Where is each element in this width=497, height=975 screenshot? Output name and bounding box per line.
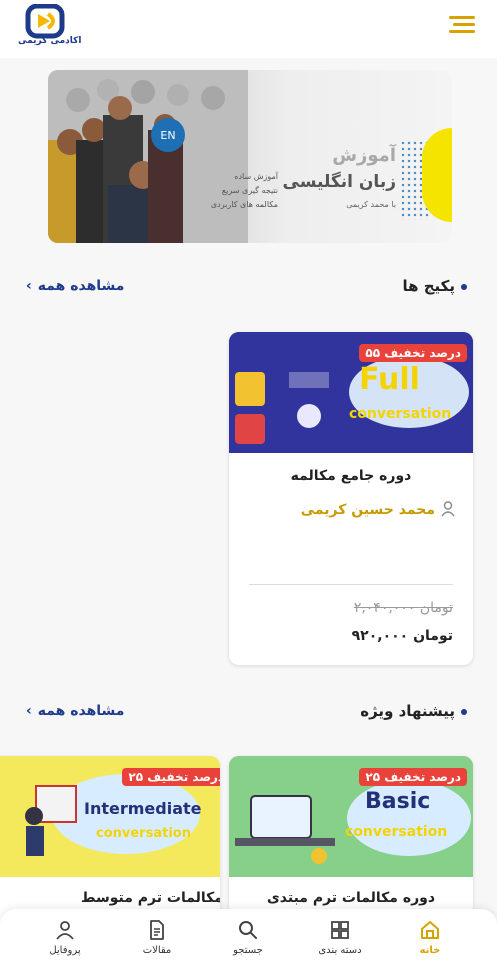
section-bullet bbox=[461, 709, 467, 715]
featured-title: پیشنهاد ویژه bbox=[360, 702, 455, 720]
nav-categories[interactable]: دسته بندی bbox=[300, 919, 380, 956]
teacher-name: محمد حسین کریمی bbox=[300, 502, 435, 518]
nav-search[interactable]: جستجو bbox=[208, 919, 288, 956]
course-image: Full conversation ۵۵ درصد تخفیف bbox=[229, 332, 473, 453]
banner-title: آموزش bbox=[332, 145, 396, 166]
nav-profile[interactable]: پروفایل bbox=[25, 919, 105, 956]
divider bbox=[249, 584, 453, 585]
discount-badge: ۲۵ درصد تخفیف bbox=[122, 768, 220, 786]
banner-photo bbox=[48, 70, 248, 243]
user-icon bbox=[56, 921, 74, 940]
document-icon bbox=[150, 920, 164, 940]
course-image-title: Basic bbox=[365, 789, 431, 814]
chevron-left-icon: ‹ bbox=[26, 278, 32, 294]
banner-features: آموزش ساده نتیجه گیری سریع مکالمه های کا… bbox=[210, 172, 278, 209]
menu-icon bbox=[449, 16, 475, 19]
user-icon bbox=[441, 501, 455, 517]
package-card[interactable]: Full conversation ۵۵ درصد تخفیف دوره جام… bbox=[229, 332, 473, 665]
discount-badge: ۵۵ درصد تخفیف bbox=[359, 344, 467, 362]
packages-see-all-link[interactable]: ‹ مشاهده همه bbox=[26, 278, 124, 294]
course-image-subtitle: conversation bbox=[349, 406, 452, 422]
featured-card[interactable]: Basic conversation ۲۵ درصد تخفیف دوره مک… bbox=[229, 756, 473, 926]
featured-card[interactable]: Intermediate conversation ۲۵ درصد تخفیف … bbox=[0, 756, 220, 926]
course-title: دوره مکالمات ترم متوسط bbox=[80, 890, 220, 906]
app-header: اکادمی کریمی bbox=[0, 0, 497, 58]
featured-see-all-link[interactable]: ‹ مشاهده همه bbox=[26, 703, 124, 719]
course-image: Intermediate conversation ۲۵ درصد تخفیف bbox=[0, 756, 220, 877]
course-image-title: Intermediate bbox=[84, 799, 202, 818]
promo-banner[interactable]: EN آموزش ساده نتیجه گیری سریع مکالمه های… bbox=[48, 70, 452, 243]
grid-icon bbox=[331, 921, 349, 939]
section-bullet bbox=[461, 284, 467, 290]
course-title: دوره جامع مکالمه bbox=[290, 468, 412, 484]
logo-text: اکادمی کریمی bbox=[18, 36, 82, 46]
discount-badge: ۲۵ درصد تخفیف bbox=[359, 768, 467, 786]
search-icon bbox=[239, 921, 257, 939]
price-discounted: ۹۲۰,۰۰۰ تومان bbox=[351, 628, 453, 644]
home-icon bbox=[421, 921, 439, 939]
course-image: Basic conversation ۲۵ درصد تخفیف bbox=[229, 756, 473, 877]
nav-articles[interactable]: مقالات bbox=[117, 919, 197, 956]
nav-home[interactable]: خانه bbox=[390, 919, 470, 956]
banner-author: با محمد کریمی bbox=[346, 200, 396, 209]
course-image-title: Full bbox=[359, 362, 420, 397]
menu-button[interactable] bbox=[449, 16, 475, 36]
bottom-navigation: خانه دسته بندی جستجو مقالات پروفایل bbox=[0, 909, 497, 975]
chevron-left-icon: ‹ bbox=[26, 703, 32, 719]
banner-subtitle: زبان انگلیسی bbox=[282, 172, 396, 192]
banner-yellow-shape bbox=[422, 128, 452, 222]
course-title: دوره مکالمات ترم مبتدی bbox=[266, 890, 436, 906]
course-image-subtitle: conversation bbox=[345, 824, 448, 840]
price-original: ۲,۰۴۰,۰۰۰ تومان bbox=[353, 600, 453, 616]
course-image-subtitle: conversation bbox=[96, 826, 191, 841]
en-badge: EN bbox=[151, 118, 185, 152]
packages-title: پکیج ها bbox=[402, 277, 455, 295]
